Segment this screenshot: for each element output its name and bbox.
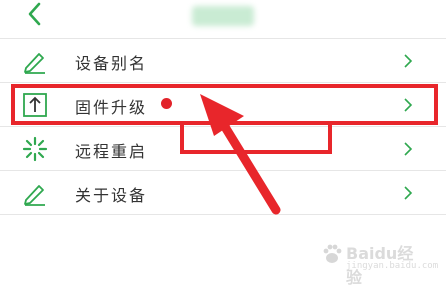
menu-item-device-alias[interactable]: 设备别名 bbox=[0, 39, 446, 83]
spinner-icon bbox=[22, 136, 48, 162]
baidu-watermark: Baidu经验 jingyan.baidu.com bbox=[318, 236, 438, 287]
menu-item-label: 关于设备 bbox=[75, 186, 148, 205]
pencil-icon bbox=[24, 53, 45, 74]
top-bar bbox=[0, 0, 446, 36]
back-chevron-icon[interactable] bbox=[20, 0, 50, 30]
chevron-right-icon bbox=[404, 142, 413, 156]
menu-item-remote-restart[interactable]: 远程重启 bbox=[0, 127, 446, 171]
chevron-right-icon bbox=[404, 54, 413, 68]
paw-logo-icon bbox=[323, 244, 342, 263]
chevron-right-icon bbox=[404, 98, 413, 112]
upload-arrow-icon bbox=[23, 93, 47, 117]
menu-item-firmware-upgrade[interactable]: 固件升级 bbox=[0, 83, 446, 127]
menu-item-label: 固件升级 bbox=[75, 98, 148, 117]
menu-item-label: 设备别名 bbox=[75, 54, 148, 73]
menu-item-about-device[interactable]: 关于设备 bbox=[0, 171, 446, 215]
new-badge-dot bbox=[161, 98, 172, 109]
menu-item-label: 远程重启 bbox=[75, 142, 148, 161]
page-title-blurred bbox=[192, 6, 254, 26]
pencil-icon bbox=[24, 185, 45, 206]
chevron-right-icon bbox=[404, 186, 413, 200]
watermark-url: jingyan.baidu.com bbox=[346, 261, 439, 271]
